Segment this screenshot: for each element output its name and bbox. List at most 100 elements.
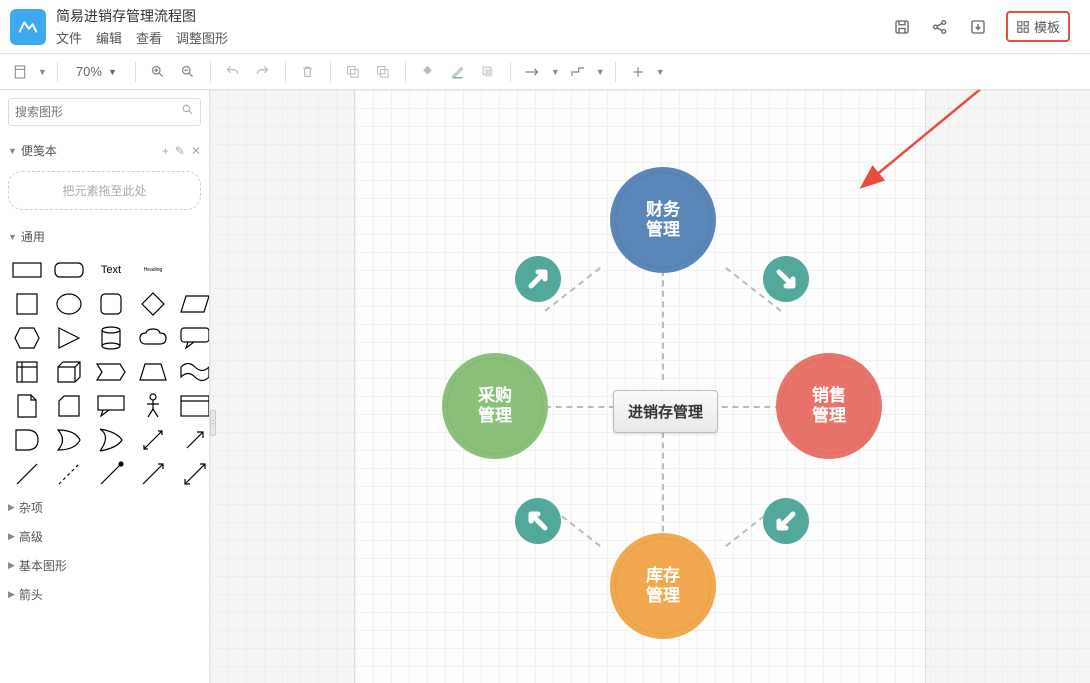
node-inventory[interactable]: 库存 管理 xyxy=(615,538,711,634)
arrow-node-ne[interactable] xyxy=(515,256,561,302)
sidebar: ▼ 便笺本 + ✎ ✕ 把元素拖至此处 ▼ 通用 Text Heading xyxy=(0,90,210,683)
shape-actor[interactable] xyxy=(136,393,170,419)
connector[interactable] xyxy=(662,270,664,380)
shape-callout[interactable] xyxy=(178,325,210,351)
search-icon[interactable] xyxy=(181,103,194,121)
download-icon[interactable] xyxy=(968,17,988,37)
connector[interactable] xyxy=(662,432,664,542)
shape-line-end[interactable] xyxy=(94,461,128,487)
add-icon[interactable]: + xyxy=(162,144,169,158)
waypoint-icon[interactable] xyxy=(566,60,590,84)
chevron-down-icon: ▼ xyxy=(8,146,17,156)
to-front-icon[interactable] xyxy=(341,60,365,84)
shape-and[interactable] xyxy=(10,427,44,453)
save-icon[interactable] xyxy=(892,17,912,37)
shape-search[interactable] xyxy=(8,98,201,126)
shape-line[interactable] xyxy=(10,461,44,487)
logo-icon xyxy=(17,16,39,38)
menu-file[interactable]: 文件 xyxy=(56,28,82,47)
shape-callout2[interactable] xyxy=(94,393,128,419)
connector[interactable] xyxy=(711,406,781,408)
shape-trapezoid[interactable] xyxy=(136,359,170,385)
shape-container[interactable] xyxy=(178,393,210,419)
shape-note[interactable] xyxy=(10,393,44,419)
dropdown-icon[interactable]: ▼ xyxy=(551,67,560,77)
header: 简易进销存管理流程图 文件 编辑 查看 调整图形 模板 xyxy=(0,0,1090,54)
app-logo xyxy=(10,9,46,45)
menu-edit[interactable]: 编辑 xyxy=(96,28,122,47)
chevron-right-icon: ▶ xyxy=(8,589,15,600)
arrow-node-se[interactable] xyxy=(763,256,809,302)
panel-arrows[interactable]: ▶箭头 xyxy=(8,580,201,609)
splitter-handle[interactable]: ⋮ xyxy=(210,410,216,436)
center-node[interactable]: 进销存管理 xyxy=(613,390,718,433)
menu-adjust[interactable]: 调整图形 xyxy=(176,28,228,47)
shape-roundrect[interactable] xyxy=(52,257,86,283)
dropdown-icon[interactable]: ▼ xyxy=(38,67,47,77)
zoom-out-icon[interactable] xyxy=(176,60,200,84)
line-color-icon[interactable] xyxy=(446,60,470,84)
shape-heading[interactable]: Heading xyxy=(136,257,170,283)
shape-square[interactable] xyxy=(10,291,44,317)
shape-text[interactable]: Text xyxy=(94,257,128,283)
node-purchase[interactable]: 采购 管理 xyxy=(447,358,543,454)
panel-basic[interactable]: ▶基本图形 xyxy=(8,551,201,580)
canvas[interactable]: 进销存管理 财务 管理 采购 管理 销售 管理 库存 管理 xyxy=(210,90,1090,683)
shape-rect[interactable] xyxy=(10,257,44,283)
arrow-node-nw[interactable] xyxy=(515,498,561,544)
panel-notes[interactable]: ▼ 便笺本 + ✎ ✕ xyxy=(8,136,201,165)
arrow-node-sw[interactable] xyxy=(763,498,809,544)
connector[interactable] xyxy=(545,406,615,408)
node-finance[interactable]: 财务 管理 xyxy=(615,172,711,268)
shape-line-arrow[interactable] xyxy=(136,461,170,487)
search-input[interactable] xyxy=(15,105,181,119)
shape-tape[interactable] xyxy=(178,359,210,385)
shape-or[interactable] xyxy=(52,427,86,453)
shape-arrow-ne[interactable] xyxy=(178,427,210,453)
main: ▼ 便笺本 + ✎ ✕ 把元素拖至此处 ▼ 通用 Text Heading xyxy=(0,90,1090,683)
dropdown-icon[interactable]: ▼ xyxy=(596,67,605,77)
to-back-icon[interactable] xyxy=(371,60,395,84)
fill-color-icon[interactable] xyxy=(416,60,440,84)
shape-cloud[interactable] xyxy=(136,325,170,351)
shape-parallelogram[interactable] xyxy=(178,291,210,317)
page[interactable]: 进销存管理 财务 管理 采购 管理 销售 管理 库存 管理 xyxy=(355,90,925,683)
zoom-control[interactable]: 70%▼ xyxy=(68,64,125,79)
node-sales[interactable]: 销售 管理 xyxy=(781,358,877,454)
shape-hexagon[interactable] xyxy=(10,325,44,351)
toolbar: ▼ 70%▼ ▼ ▼ ▼ xyxy=(0,54,1090,90)
shape-biarrow[interactable] xyxy=(136,427,170,453)
menu-view[interactable]: 查看 xyxy=(136,28,162,47)
template-icon xyxy=(1016,20,1030,34)
template-button[interactable]: 模板 xyxy=(1006,11,1070,42)
delete-icon[interactable] xyxy=(296,60,320,84)
connection-style-icon[interactable] xyxy=(521,60,545,84)
shape-card[interactable] xyxy=(52,393,86,419)
dropdown-icon[interactable]: ▼ xyxy=(656,67,665,77)
add-icon[interactable] xyxy=(626,60,650,84)
shape-step[interactable] xyxy=(94,359,128,385)
close-icon[interactable]: ✕ xyxy=(191,144,201,158)
shape-line-biarrow[interactable] xyxy=(178,461,210,487)
shape-dashline[interactable] xyxy=(52,461,86,487)
undo-icon[interactable] xyxy=(221,60,245,84)
share-icon[interactable] xyxy=(930,17,950,37)
redo-icon[interactable] xyxy=(251,60,275,84)
shape-ellipse[interactable] xyxy=(52,291,86,317)
shadow-icon[interactable] xyxy=(476,60,500,84)
zoom-in-icon[interactable] xyxy=(146,60,170,84)
panel-advanced[interactable]: ▶高级 xyxy=(8,522,201,551)
panel-general[interactable]: ▼ 通用 xyxy=(8,222,201,251)
shape-palette: Text Heading xyxy=(8,251,201,493)
page-setup-icon[interactable] xyxy=(8,60,32,84)
panel-misc[interactable]: ▶杂项 xyxy=(8,493,201,522)
shape-data-store[interactable] xyxy=(94,427,128,453)
dropzone[interactable]: 把元素拖至此处 xyxy=(8,171,201,210)
shape-roundsq[interactable] xyxy=(94,291,128,317)
shape-internal-storage[interactable] xyxy=(10,359,44,385)
edit-icon[interactable]: ✎ xyxy=(175,144,185,158)
shape-triangle[interactable] xyxy=(52,325,86,351)
shape-cylinder[interactable] xyxy=(94,325,128,351)
shape-diamond[interactable] xyxy=(136,291,170,317)
shape-cube[interactable] xyxy=(52,359,86,385)
